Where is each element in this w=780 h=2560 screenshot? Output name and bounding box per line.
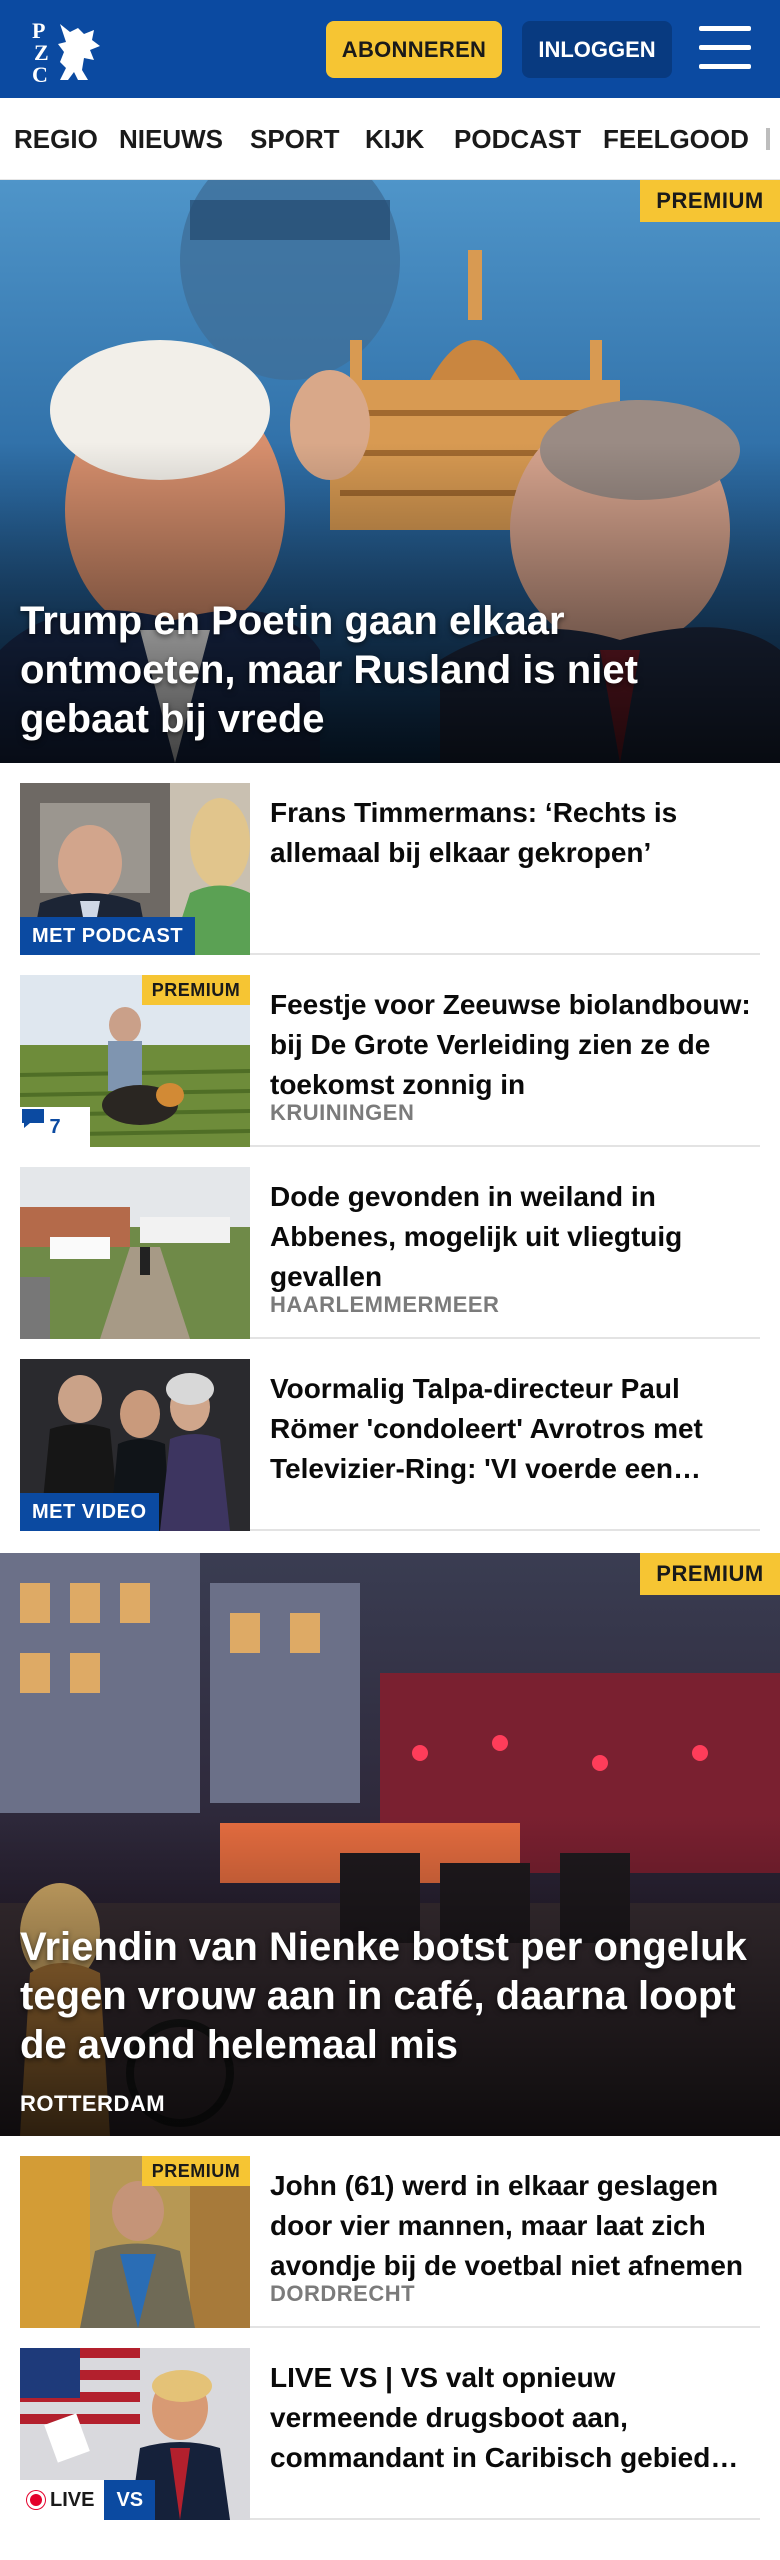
site-header: P Z C ABONNEREN INLOGGEN: [0, 0, 780, 98]
comment-count-value: 7: [49, 1115, 61, 1138]
live-dot-icon: [30, 2494, 42, 2506]
section-nav: REGIO NIEUWS SPORT KIJK PODCAST FEELGOOD: [0, 98, 780, 180]
premium-badge: PREMIUM: [640, 1553, 780, 1595]
feature-title[interactable]: Vriendin van Nienke botst per ongeluk te…: [20, 1923, 750, 2070]
premium-badge: PREMIUM: [142, 975, 250, 1005]
article-thumbnail[interactable]: PREMIUM 7: [20, 975, 250, 1147]
svg-text:C: C: [32, 62, 48, 86]
article-location: HAARLEMMERMEER: [270, 1292, 500, 1317]
article-thumbnail[interactable]: LIVE VS: [20, 2348, 250, 2520]
live-indicator: LIVE: [20, 2480, 105, 2520]
hero-article[interactable]: PREMIUM Trump en Poetin gaan elkaar ontm…: [0, 180, 780, 763]
list-item[interactable]: PREMIUM John (61) werd in elkaar geslage…: [20, 2136, 760, 2328]
comment-icon: [22, 1109, 44, 1128]
list-item[interactable]: PREMIUM 7 Feestje voor Zeeuwse bioland­b…: [20, 955, 760, 1147]
subscribe-button[interactable]: ABONNEREN: [326, 21, 502, 78]
nav-overflow-fade: [766, 128, 770, 150]
list-item[interactable]: Dode gevonden in weiland in Abbenes, mog…: [20, 1147, 760, 1339]
hero-title[interactable]: Trump en Poetin gaan elkaar ontmoeten, m…: [20, 597, 750, 744]
live-tag: VS: [104, 2480, 156, 2520]
comment-count[interactable]: 7: [20, 1107, 90, 1147]
video-label: MET VIDEO: [20, 1493, 159, 1531]
live-label: LIVE: [50, 2488, 95, 2511]
article-thumbnail[interactable]: PREMIUM: [20, 2156, 250, 2328]
login-button[interactable]: INLOGGEN: [522, 21, 672, 78]
article-title[interactable]: LIVE VS | VS valt opnieuw vermeende drug…: [270, 2358, 760, 2478]
live-badge: LIVE VS: [20, 2480, 156, 2520]
podcast-label: MET PODCAST: [20, 917, 196, 955]
nav-item-sport[interactable]: SPORT: [250, 124, 340, 155]
article-location: DORDRECHT: [270, 2281, 416, 2306]
article-title[interactable]: Feestje voor Zeeuwse bioland­bouw: bij D…: [270, 985, 760, 1105]
nav-item-kijk[interactable]: KIJK: [365, 124, 424, 155]
article-title[interactable]: Voormalig Talpa-directeur Paul Römer 'co…: [270, 1369, 760, 1489]
article-thumbnail[interactable]: [20, 1167, 250, 1339]
nav-item-feelgood[interactable]: FEELGOOD: [603, 124, 749, 155]
premium-badge: PREMIUM: [142, 2156, 250, 2186]
premium-badge: PREMIUM: [640, 180, 780, 222]
article-location: KRUININGEN: [270, 1100, 415, 1125]
article-title[interactable]: John (61) werd in elkaar geslagen door v…: [270, 2166, 760, 2286]
article-title[interactable]: Dode gevonden in weiland in Abbenes, mog…: [270, 1177, 760, 1297]
list-item[interactable]: LIVE VS LIVE VS | VS valt opnieuw vermee…: [20, 2328, 760, 2520]
nav-item-nieuws[interactable]: NIEUWS: [119, 124, 223, 155]
article-thumbnail[interactable]: MET VIDEO: [20, 1359, 250, 1531]
list-item[interactable]: MET VIDEO Voormalig Talpa-directeur Paul…: [20, 1339, 760, 1531]
feature-location: ROTTERDAM: [20, 2091, 166, 2116]
nav-item-regio[interactable]: REGIO: [14, 124, 98, 155]
hamburger-menu-icon[interactable]: [699, 26, 751, 70]
article-image: [20, 1167, 250, 1339]
pzc-logo[interactable]: P Z C: [30, 14, 110, 86]
nav-item-podcast[interactable]: PODCAST: [454, 124, 581, 155]
article-title[interactable]: Frans Timmermans: ‘Rechts is allemaal bi…: [270, 793, 760, 873]
article-thumbnail[interactable]: MET PODCAST: [20, 783, 250, 955]
feature-article[interactable]: PREMIUM Vriendin van Nienke botst per on…: [0, 1553, 780, 2136]
list-item[interactable]: MET PODCAST Frans Timmermans: ‘Rechts is…: [20, 763, 760, 955]
